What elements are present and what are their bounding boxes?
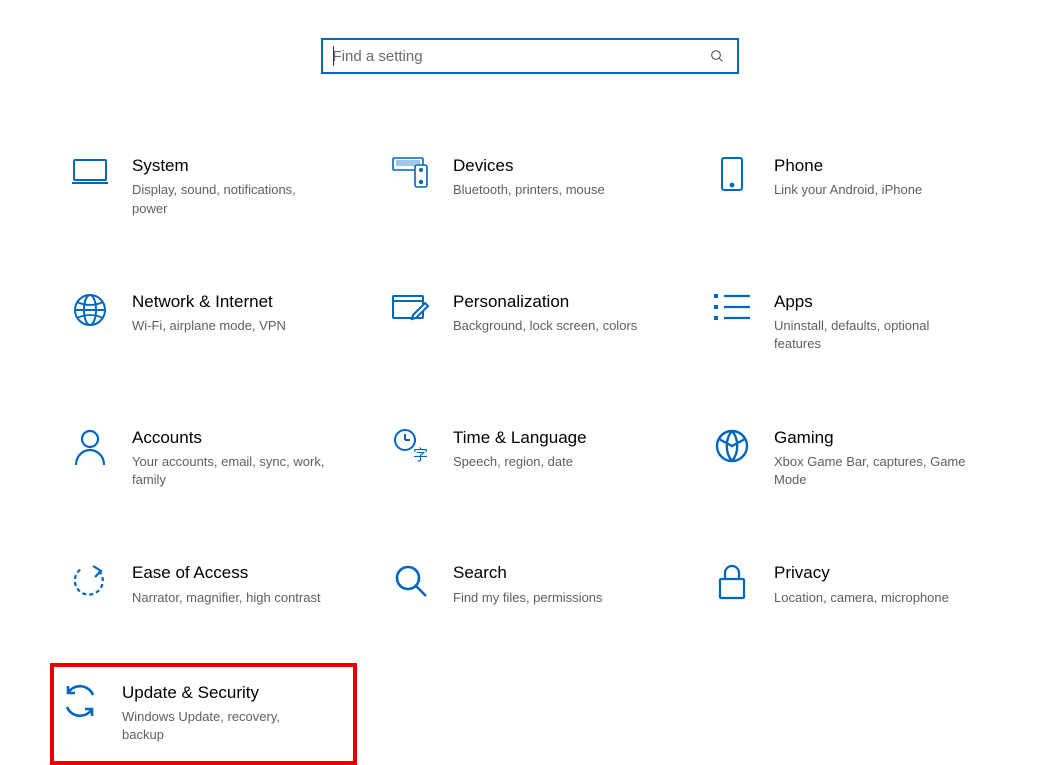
category-title: Apps — [774, 292, 974, 312]
category-text: Network & Internet Wi-Fi, airplane mode, … — [132, 292, 332, 336]
category-text: Phone Link your Android, iPhone — [774, 156, 974, 200]
category-ease[interactable]: Ease of Access Narrator, magnifier, high … — [60, 559, 357, 611]
category-title: Privacy — [774, 563, 974, 583]
category-text: Gaming Xbox Game Bar, captures, Game Mode — [774, 428, 974, 490]
search-box[interactable] — [321, 38, 739, 74]
personalization-icon — [391, 292, 431, 332]
category-text: Accounts Your accounts, email, sync, work… — [132, 428, 332, 490]
category-title: Phone — [774, 156, 974, 176]
category-text: System Display, sound, notifications, pow… — [132, 156, 332, 218]
search-input[interactable] — [333, 48, 707, 65]
category-title: Search — [453, 563, 653, 583]
category-title: Network & Internet — [132, 292, 332, 312]
phone-icon — [712, 156, 752, 196]
category-gaming[interactable]: Gaming Xbox Game Bar, captures, Game Mode — [702, 424, 999, 494]
category-title: System — [132, 156, 332, 176]
category-text: Ease of Access Narrator, magnifier, high … — [132, 563, 332, 607]
category-title: Accounts — [132, 428, 332, 448]
category-desc: Uninstall, defaults, optional features — [774, 317, 974, 353]
devices-icon — [391, 156, 431, 196]
category-title: Gaming — [774, 428, 974, 448]
settings-grid: System Display, sound, notifications, pow… — [60, 152, 999, 765]
category-title: Personalization — [453, 292, 653, 312]
category-desc: Link your Android, iPhone — [774, 181, 974, 199]
update-icon — [60, 683, 100, 723]
category-accounts[interactable]: Accounts Your accounts, email, sync, work… — [60, 424, 357, 494]
category-title: Time & Language — [453, 428, 653, 448]
category-text: Personalization Background, lock screen, … — [453, 292, 653, 336]
text-cursor — [333, 46, 334, 66]
category-privacy[interactable]: Privacy Location, camera, microphone — [702, 559, 999, 611]
category-desc: Your accounts, email, sync, work, family — [132, 453, 332, 489]
category-text: Privacy Location, camera, microphone — [774, 563, 974, 607]
network-icon — [70, 292, 110, 332]
category-update[interactable]: Update & Security Windows Update, recover… — [50, 663, 357, 765]
category-text: Devices Bluetooth, printers, mouse — [453, 156, 653, 200]
search-icon — [707, 46, 727, 66]
gaming-icon — [712, 428, 752, 468]
category-desc: Xbox Game Bar, captures, Game Mode — [774, 453, 974, 489]
category-title: Ease of Access — [132, 563, 332, 583]
category-devices[interactable]: Devices Bluetooth, printers, mouse — [381, 152, 678, 222]
category-desc: Narrator, magnifier, high contrast — [132, 589, 332, 607]
category-search[interactable]: Search Find my files, permissions — [381, 559, 678, 611]
category-title: Devices — [453, 156, 653, 176]
category-text: Update & Security Windows Update, recover… — [122, 683, 322, 745]
category-desc: Bluetooth, printers, mouse — [453, 181, 653, 199]
category-title: Update & Security — [122, 683, 322, 703]
category-desc: Background, lock screen, colors — [453, 317, 653, 335]
category-desc: Windows Update, recovery, backup — [122, 708, 322, 744]
category-desc: Wi-Fi, airplane mode, VPN — [132, 317, 332, 335]
category-desc: Location, camera, microphone — [774, 589, 974, 607]
category-text: Time & Language Speech, region, date — [453, 428, 653, 472]
category-personalization[interactable]: Personalization Background, lock screen, … — [381, 288, 678, 358]
apps-icon — [712, 292, 752, 332]
category-desc: Speech, region, date — [453, 453, 653, 471]
search-container — [60, 38, 999, 74]
category-desc: Find my files, permissions — [453, 589, 653, 607]
category-network[interactable]: Network & Internet Wi-Fi, airplane mode, … — [60, 288, 357, 358]
category-phone[interactable]: Phone Link your Android, iPhone — [702, 152, 999, 222]
category-text: Search Find my files, permissions — [453, 563, 653, 607]
svg-text:字: 字 — [413, 447, 428, 464]
category-text: Apps Uninstall, defaults, optional featur… — [774, 292, 974, 354]
category-apps[interactable]: Apps Uninstall, defaults, optional featur… — [702, 288, 999, 358]
category-system[interactable]: System Display, sound, notifications, pow… — [60, 152, 357, 222]
category-desc: Display, sound, notifications, power — [132, 181, 332, 217]
category-time[interactable]: 字 Time & Language Speech, region, date — [381, 424, 678, 494]
accounts-icon — [70, 428, 110, 468]
privacy-icon — [712, 563, 752, 603]
system-icon — [70, 156, 110, 196]
search-icon — [391, 563, 431, 603]
ease-icon — [70, 563, 110, 603]
time-icon: 字 — [391, 428, 431, 468]
